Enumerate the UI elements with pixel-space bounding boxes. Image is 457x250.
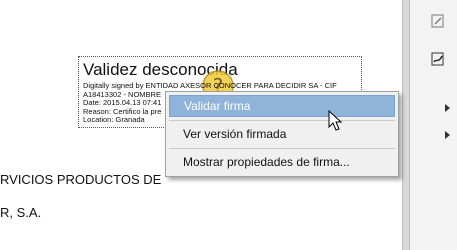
expand-arrow-icon[interactable] [443,104,451,112]
expand-arrow-icon[interactable] [443,131,451,139]
document-text-line: R, S.A. [0,205,42,220]
document-text-line: RVICIOS PRODUCTOS DE [0,172,162,187]
menu-item-view-signed-version[interactable]: Ver versión firmada [169,123,395,145]
menu-item-show-signature-properties[interactable]: Mostrar propiedades de firma... [169,151,395,173]
signature-context-menu: Validar firma Ver versión firmada Mostra… [165,91,399,177]
sign-icon[interactable] [431,52,445,66]
right-tools-panel [410,0,457,250]
mouse-cursor-icon [328,110,342,131]
edit-icon[interactable] [431,14,445,28]
menu-item-validate-signature[interactable]: Validar firma [169,95,395,117]
menu-separator [169,120,395,121]
panel-splitter[interactable] [402,0,410,250]
menu-separator [169,148,395,149]
